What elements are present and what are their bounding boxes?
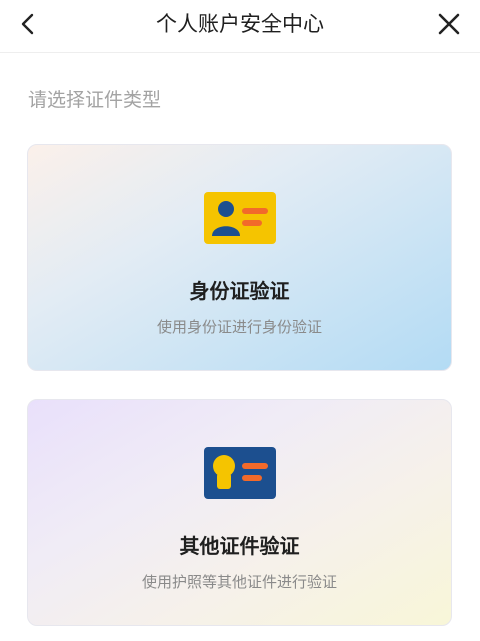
id-card-icon (203, 192, 276, 244)
page: 个人账户安全中心 请选择证件类型 身份证验证 使用身份证进行身份验证 其他证件验… (0, 0, 480, 641)
close-button[interactable] (434, 9, 464, 39)
card-title: 身份证验证 (189, 279, 290, 303)
document-card-icon (203, 447, 276, 499)
document-type-prompt: 请选择证件类型 (28, 89, 162, 111)
id-card-verification-card[interactable]: 身份证验证 使用身份证进行身份验证 (27, 144, 452, 371)
other-document-verification-card[interactable]: 其他证件验证 使用护照等其他证件进行验证 (27, 399, 452, 626)
close-icon (438, 13, 460, 35)
card-subtitle: 使用护照等其他证件进行验证 (141, 573, 337, 591)
card-subtitle: 使用身份证进行身份验证 (156, 318, 322, 336)
navigation-bar: 个人账户安全中心 (0, 0, 480, 53)
card-title: 其他证件验证 (179, 534, 300, 558)
page-title: 个人账户安全中心 (156, 12, 324, 36)
